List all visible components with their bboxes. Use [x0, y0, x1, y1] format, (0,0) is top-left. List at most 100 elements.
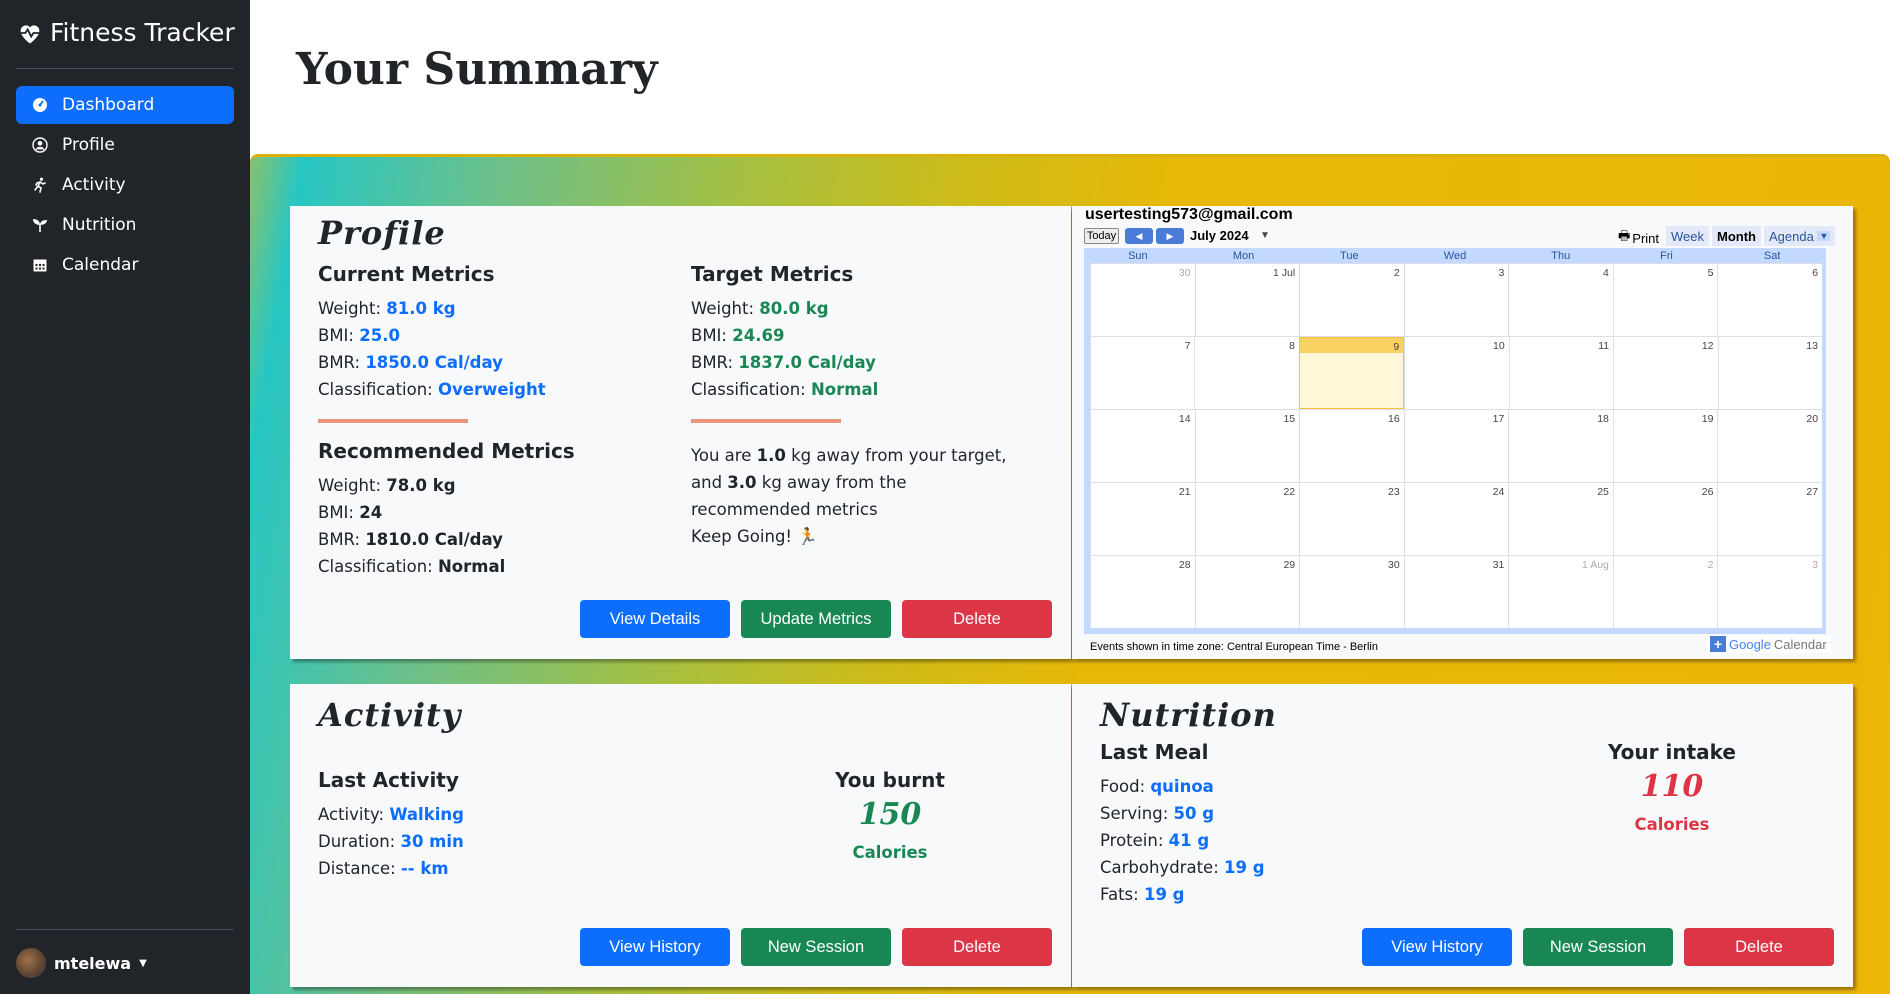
calendar-day-cell[interactable]: 30 [1299, 556, 1404, 628]
new-nutrition-session-button[interactable]: New Session [1523, 928, 1673, 966]
calendar-day-cell[interactable]: 1 Aug [1508, 556, 1613, 628]
caret-down-icon: ▼ [139, 957, 147, 969]
update-metrics-button[interactable]: Update Metrics [741, 600, 891, 638]
view-details-button[interactable]: View Details [580, 600, 730, 638]
value: 41 g [1168, 831, 1210, 850]
calendar-day-cell[interactable]: 3 [1717, 556, 1823, 628]
calendar-day-cell[interactable]: 15 [1194, 410, 1300, 482]
value: 24 [359, 503, 383, 522]
meal-protein: Protein: 41 g [1100, 831, 1209, 850]
delete-activity-button[interactable]: Delete [902, 928, 1052, 966]
calendar-day-cell[interactable]: 14 [1090, 410, 1195, 482]
tab-agenda[interactable]: Agenda ▼ [1764, 226, 1836, 246]
calendar-day-cell[interactable]: 31 [1403, 556, 1509, 628]
calendar-day-cell[interactable]: 9 [1298, 337, 1405, 409]
month-dropdown-icon[interactable]: ▼ [1260, 230, 1270, 241]
calendar-icon [33, 259, 47, 272]
calendar-day-cell[interactable]: 28 [1090, 556, 1195, 628]
calendar-day-cell[interactable]: 8 [1194, 337, 1299, 409]
last-meal-heading: Last Meal [1100, 740, 1209, 764]
value: 1810.0 Cal/day [365, 530, 503, 549]
brand[interactable]: Fitness Tracker [16, 18, 235, 47]
plus-icon: + [1710, 636, 1726, 652]
google-calendar-link[interactable]: + Google Calendar [1706, 635, 1831, 653]
tab-month[interactable]: Month [1712, 226, 1761, 246]
day-number: 15 [1283, 413, 1296, 425]
value: 19 g [1143, 885, 1185, 904]
current-metrics-heading: Current Metrics [318, 262, 495, 286]
value: 78.0 kg [386, 476, 456, 495]
calendar-day-cell[interactable]: 19 [1612, 410, 1718, 482]
sidebar-item-profile[interactable]: Profile [16, 126, 234, 164]
view-activity-history-button[interactable]: View History [580, 928, 730, 966]
calendar-day-cell[interactable]: 18 [1508, 410, 1613, 482]
sidebar-nav: Dashboard Profile Activity Nutrition Cal… [16, 86, 234, 286]
calendar-day-cell[interactable]: 3 [1403, 264, 1509, 336]
sidebar-item-dashboard[interactable]: Dashboard [16, 86, 234, 124]
meal-fats: Fats: 19 g [1100, 885, 1185, 904]
view-nutrition-history-button[interactable]: View History [1362, 928, 1512, 966]
calendar-day-cell[interactable]: 27 [1717, 483, 1823, 555]
calendar-week: 21 22 23 24 25 26 27 [1090, 482, 1823, 555]
day-number: 25 [1597, 486, 1609, 498]
value: 1837.0 Cal/day [738, 353, 876, 372]
calendar-day-cell[interactable]: 5 [1612, 264, 1718, 336]
calendar-day-cell[interactable]: 30 [1090, 264, 1195, 336]
new-activity-session-button[interactable]: New Session [741, 928, 891, 966]
day-number: 6 [1812, 267, 1819, 279]
value: 80.0 kg [759, 299, 829, 318]
weekday: Fri [1660, 250, 1673, 262]
calendar-day-cell[interactable]: 11 [1508, 337, 1614, 409]
calendar-day-cell[interactable]: 29 [1194, 556, 1300, 628]
calendar-day-cell[interactable]: 7 [1090, 337, 1195, 409]
day-number: 27 [1806, 486, 1819, 498]
username: mtelewa [54, 953, 132, 973]
timezone-note: Events shown in time zone: Central Europ… [1090, 641, 1378, 653]
calendar-day-cell[interactable]: 21 [1090, 483, 1195, 555]
calendar-day-cell[interactable]: 26 [1612, 483, 1718, 555]
delete-nutrition-button[interactable]: Delete [1684, 928, 1834, 966]
calendar-day-cell[interactable]: 1 Jul [1194, 264, 1300, 336]
calendar-day-cell[interactable]: 22 [1194, 483, 1300, 555]
google-text: Google [1729, 636, 1771, 652]
print-button[interactable]: 🖶 Print [1618, 227, 1659, 249]
label: BMR: [318, 530, 366, 549]
calendar-day-cell[interactable]: 10 [1404, 337, 1509, 409]
calendar-day-cell[interactable]: 24 [1403, 483, 1509, 555]
calendar-day-cell[interactable]: 16 [1299, 410, 1404, 482]
calendar-day-cell[interactable]: 2 [1612, 556, 1718, 628]
calendar-day-cell[interactable]: 4 [1508, 264, 1613, 336]
calendar-day-cell[interactable]: 25 [1508, 483, 1613, 555]
user-menu[interactable]: mtelewa ▼ [16, 948, 147, 978]
today-button[interactable]: Today [1084, 228, 1119, 244]
sidebar-item-activity[interactable]: Activity [16, 166, 234, 204]
calendar-day-cell[interactable]: 12 [1613, 337, 1718, 409]
delete-profile-button[interactable]: Delete [902, 600, 1052, 638]
day-number: 19 [1701, 413, 1714, 425]
day-number: 29 [1283, 559, 1296, 571]
heart-pulse-icon [20, 24, 40, 43]
calendar-day-cell[interactable]: 17 [1403, 410, 1509, 482]
sidebar-item-calendar[interactable]: Calendar [16, 246, 234, 284]
weekday: Thu [1551, 250, 1571, 262]
calendar-card: usertesting573@gmail.com Today ◀ ▶ July … [1072, 206, 1853, 659]
day-number: 3 [1812, 559, 1819, 571]
activity-title: Activity [318, 696, 462, 734]
calendar-day-cell[interactable]: 23 [1299, 483, 1404, 555]
day-number: 9 [1393, 341, 1400, 353]
target-weight: Weight: 80.0 kg [691, 299, 829, 318]
prev-month-icon[interactable]: ◀ [1125, 228, 1153, 244]
last-activity-heading: Last Activity [318, 768, 459, 792]
current-bmi: BMI: 25.0 [318, 326, 400, 345]
calendar-day-cell[interactable]: 2 [1299, 264, 1404, 336]
value: 1850.0 Cal/day [365, 353, 503, 372]
next-month-icon[interactable]: ▶ [1156, 228, 1184, 244]
day-number: 10 [1493, 340, 1505, 352]
label: BMR: [318, 353, 366, 372]
calendar-day-cell[interactable]: 13 [1717, 337, 1822, 409]
tab-week[interactable]: Week [1666, 226, 1709, 246]
activity-distance: Distance: -- km [318, 859, 449, 878]
calendar-day-cell[interactable]: 20 [1717, 410, 1823, 482]
sidebar-item-nutrition[interactable]: Nutrition [16, 206, 234, 244]
calendar-day-cell[interactable]: 6 [1717, 264, 1823, 336]
